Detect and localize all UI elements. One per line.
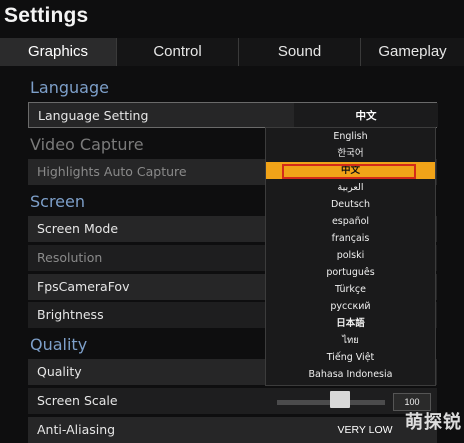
language-setting-value[interactable]: 中文 — [294, 103, 438, 127]
section-screen: Screen — [30, 192, 86, 211]
tab-bar: Graphics Control Sound Gameplay — [0, 38, 464, 66]
language-option-russian[interactable]: русский — [266, 298, 435, 315]
language-option-polish[interactable]: polski — [266, 247, 435, 264]
language-option-german[interactable]: Deutsch — [266, 196, 435, 213]
language-option-french[interactable]: français — [266, 230, 435, 247]
language-option-indonesian[interactable]: Bahasa Indonesia — [266, 366, 435, 383]
language-option-spanish[interactable]: español — [266, 213, 435, 230]
section-language: Language — [30, 78, 109, 97]
language-option-thai[interactable]: ไทย — [266, 332, 435, 349]
window-title: Settings — [4, 4, 89, 27]
quality-label: Quality — [37, 364, 82, 379]
screen-scale-slider-handle[interactable] — [329, 391, 350, 408]
fps-camera-fov-label: FpsCameraFov — [37, 279, 130, 294]
tab-gameplay[interactable]: Gameplay — [360, 38, 464, 66]
watermark: 萌探锐 — [405, 412, 462, 432]
language-option-arabic[interactable]: العربية — [266, 179, 435, 196]
brightness-label: Brightness — [37, 307, 104, 322]
anti-aliasing-row[interactable]: Anti-Aliasing VERY LOW — [28, 417, 437, 443]
language-setting-row[interactable]: Language Setting 中文 — [28, 102, 438, 128]
language-option-korean[interactable]: 한국어 — [266, 145, 435, 162]
language-option-portuguese[interactable]: português — [266, 264, 435, 281]
language-option-chinese[interactable]: 中文 — [266, 162, 435, 179]
language-option-japanese[interactable]: 日本語 — [266, 315, 435, 332]
tab-graphics[interactable]: Graphics — [0, 38, 116, 66]
language-setting-label: Language Setting — [38, 108, 149, 123]
language-option-english[interactable]: English — [266, 128, 435, 145]
tab-control[interactable]: Control — [116, 38, 238, 66]
section-video-capture: Video Capture — [30, 135, 144, 154]
tab-sound[interactable]: Sound — [238, 38, 360, 66]
screen-mode-label: Screen Mode — [37, 221, 119, 236]
language-dropdown-list: English 한국어 中文 العربية Deutsch español f… — [265, 127, 436, 386]
screen-scale-label: Screen Scale — [37, 393, 118, 408]
language-option-vietnamese[interactable]: Tiếng Việt — [266, 349, 435, 366]
language-option-turkish[interactable]: Türkçe — [266, 281, 435, 298]
resolution-label: Resolution — [37, 250, 103, 265]
anti-aliasing-label: Anti-Aliasing — [37, 422, 116, 437]
highlights-auto-capture-label: Highlights Auto Capture — [37, 164, 187, 179]
section-quality: Quality — [30, 335, 88, 354]
